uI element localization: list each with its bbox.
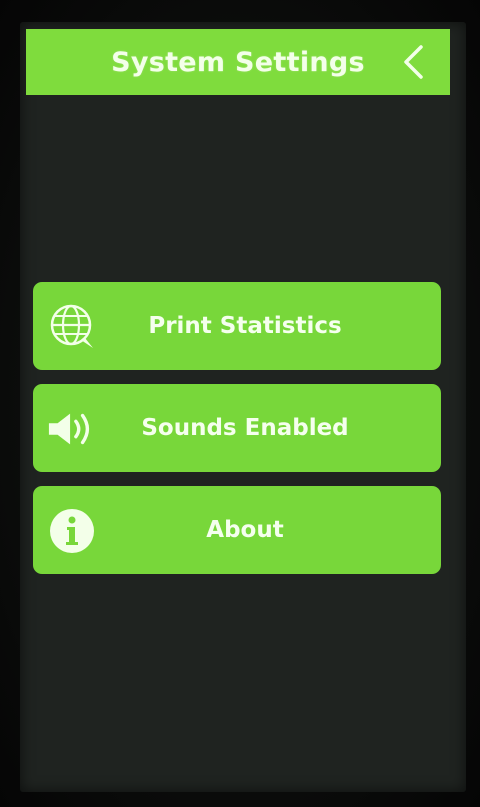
chevron-left-icon (404, 45, 423, 79)
about-button[interactable]: About (33, 486, 441, 574)
globe-chat-icon (47, 302, 97, 352)
sounds-enabled-button[interactable]: Sounds Enabled (33, 384, 441, 472)
info-icon (47, 506, 97, 556)
settings-menu: Print Statistics Sounds Enabled About (33, 282, 441, 588)
print-statistics-button[interactable]: Print Statistics (33, 282, 441, 370)
speaker-icon (47, 404, 97, 454)
back-button[interactable] (394, 42, 434, 82)
page-title: System Settings (111, 46, 365, 78)
header-bar: System Settings (26, 29, 450, 95)
touch-screen: System Settings Print Statistics Sounds … (20, 22, 466, 792)
